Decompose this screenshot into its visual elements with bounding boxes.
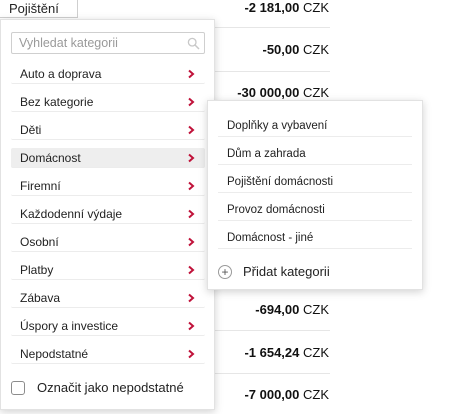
category-item-label: Firemní xyxy=(20,179,61,193)
search-icon xyxy=(187,37,200,50)
category-item-uspory-a-investice[interactable]: Úspory a investice xyxy=(11,316,205,336)
category-item-label: Každodenní výdaje xyxy=(20,207,123,221)
chevron-right-icon xyxy=(188,181,195,191)
amount-cell: -2 181,00 CZK xyxy=(244,0,329,15)
amount-value: -7 000,00 xyxy=(244,387,300,402)
amount-cell: -30 000,00 CZK xyxy=(237,85,329,100)
chevron-right-icon xyxy=(188,209,195,219)
subcategory-panel: Doplňky a vybavení Dům a zahrada Pojiště… xyxy=(207,100,423,290)
category-item-label: Osobní xyxy=(20,235,59,249)
subcategory-item-label: Pojištění domácnosti xyxy=(227,176,334,188)
category-item-deti[interactable]: Děti xyxy=(11,120,205,140)
plus-icon: + xyxy=(218,265,232,279)
category-item-label: Bez kategorie xyxy=(20,95,94,109)
subcategory-item-dum-a-zahrada[interactable]: Dům a zahrada xyxy=(218,143,412,165)
subcategory-item-doplnky-a-vybaveni[interactable]: Doplňky a vybavení xyxy=(218,115,412,137)
chevron-right-icon xyxy=(188,125,195,135)
amount-cell: -694,00 CZK xyxy=(255,302,329,317)
category-dropdown: Auto a doprava Bez kategorie Děti Domácn… xyxy=(0,19,215,410)
category-item-label: Domácnost xyxy=(20,151,81,165)
amount-currency: CZK xyxy=(303,0,329,15)
subcategory-item-label: Doplňky a vybavení xyxy=(227,120,328,132)
chevron-right-icon xyxy=(188,321,195,331)
chevron-right-icon xyxy=(188,237,195,247)
amount-cell: -7 000,00 CZK xyxy=(244,387,329,402)
add-category-button[interactable]: + Přidat kategorii xyxy=(218,261,412,283)
chevron-right-icon xyxy=(188,349,195,359)
amount-cell: -50,00 CZK xyxy=(263,42,330,57)
chevron-right-icon xyxy=(188,69,195,79)
search-input[interactable] xyxy=(12,33,189,53)
amount-currency: CZK xyxy=(303,387,329,402)
category-item-nepodstatne[interactable]: Nepodstatné xyxy=(11,344,205,364)
add-category-label: Přidat kategorii xyxy=(243,264,330,279)
amount-value: -694,00 xyxy=(255,302,300,317)
category-item-label: Platby xyxy=(20,263,54,277)
subcategory-item-provoz-domacnosti[interactable]: Provoz domácnosti xyxy=(218,199,412,221)
mark-unimportant-option[interactable]: Označit jako nepodstatné xyxy=(11,378,206,402)
amount-currency: CZK xyxy=(303,345,329,360)
category-item-platby[interactable]: Platby xyxy=(11,260,205,280)
mark-unimportant-checkbox[interactable] xyxy=(11,381,25,395)
amount-currency: CZK xyxy=(303,302,329,317)
category-selector[interactable]: Pojištění xyxy=(0,0,78,18)
chevron-right-icon xyxy=(188,97,195,107)
search-box xyxy=(11,32,205,54)
chevron-right-icon xyxy=(188,293,195,303)
category-item-osobni[interactable]: Osobní xyxy=(11,232,205,252)
category-item-auto-a-doprava[interactable]: Auto a doprava xyxy=(11,64,205,84)
subcategory-item-label: Provoz domácnosti xyxy=(227,204,325,216)
subcategory-item-pojisteni-domacnosti[interactable]: Pojištění domácnosti xyxy=(218,171,412,193)
amount-value: -1 654,24 xyxy=(244,345,300,360)
amount-cell: -1 654,24 CZK xyxy=(244,345,329,360)
category-item-domacnost[interactable]: Domácnost xyxy=(11,148,205,168)
chevron-right-icon xyxy=(188,265,195,275)
subcategory-item-label: Domácnost - jiné xyxy=(227,232,314,244)
category-item-label: Zábava xyxy=(20,291,61,305)
category-selector-label: Pojištění xyxy=(9,1,59,16)
category-item-firemni[interactable]: Firemní xyxy=(11,176,205,196)
amount-value: -30 000,00 xyxy=(237,85,300,100)
category-item-bez-kategorie[interactable]: Bez kategorie xyxy=(11,92,205,112)
amount-value: -50,00 xyxy=(262,42,300,57)
mark-unimportant-label: Označit jako nepodstatné xyxy=(37,380,184,395)
amount-currency: CZK xyxy=(303,42,329,57)
amount-value: -2 181,00 xyxy=(244,0,300,15)
category-item-label: Úspory a investice xyxy=(20,319,119,333)
category-item-zabava[interactable]: Zábava xyxy=(11,288,205,308)
amount-currency: CZK xyxy=(303,85,329,100)
category-item-label: Děti xyxy=(20,123,42,137)
category-item-kazdodenni-vydaje[interactable]: Každodenní výdaje xyxy=(11,204,205,224)
subcategory-item-domacnost-jine[interactable]: Domácnost - jiné xyxy=(218,227,412,249)
category-item-label: Nepodstatné xyxy=(20,347,89,361)
chevron-right-icon xyxy=(188,153,195,163)
subcategory-item-label: Dům a zahrada xyxy=(227,148,306,160)
category-item-label: Auto a doprava xyxy=(20,67,102,81)
